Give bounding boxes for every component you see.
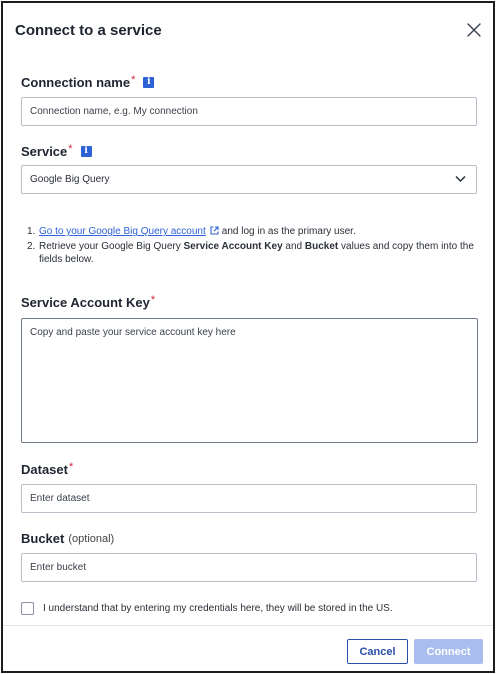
required-mark: *: [150, 293, 156, 306]
service-account-key-label-text: Service Account Key: [21, 295, 150, 310]
bucket-emphasis: Bucket: [304, 241, 339, 252]
service-account-key-label: Service Account Key *: [21, 293, 156, 311]
close-icon[interactable]: [465, 21, 483, 39]
external-link-icon[interactable]: [210, 226, 219, 239]
consent-text: I understand that by entering my credent…: [43, 603, 393, 614]
required-mark: *: [131, 73, 136, 86]
instruction-step-2: 2. Retrieve your Google Big Query Servic…: [27, 241, 474, 265]
instructions-list: 1. Go to your Google Big Query account an…: [27, 225, 477, 266]
connection-name-label: Connection name * i: [21, 73, 155, 90]
consent-row: I understand that by entering my credent…: [21, 602, 393, 615]
service-select[interactable]: Google Big Query: [21, 165, 477, 194]
connect-service-dialog: Connect to a service Connection name * i…: [1, 1, 495, 673]
instruction-step-1: 1. Go to your Google Big Query account an…: [27, 226, 356, 239]
service-selected-value: Google Big Query: [30, 174, 110, 185]
consent-checkbox[interactable]: [21, 602, 34, 615]
bucket-input[interactable]: [21, 553, 477, 582]
info-icon[interactable]: i: [143, 77, 155, 88]
required-mark: *: [68, 142, 73, 155]
google-big-query-account-link[interactable]: Go to your Google Big Query account: [39, 226, 206, 237]
service-label: Service * i: [21, 142, 92, 159]
service-account-key-emphasis: Service Account Key: [183, 241, 283, 252]
required-mark: *: [68, 460, 74, 473]
instruction-step-1-text: and log in as the primary user.: [221, 226, 356, 237]
dialog-title: Connect to a service: [15, 22, 162, 39]
connection-name-label-text: Connection name: [21, 75, 131, 90]
dataset-label: Dataset *: [21, 460, 74, 478]
bucket-label-text: Bucket: [21, 531, 65, 546]
service-label-text: Service: [21, 144, 68, 159]
optional-text: (optional): [68, 532, 115, 545]
service-account-key-textarea[interactable]: [21, 318, 478, 443]
footer-divider: [3, 625, 493, 626]
connection-name-input[interactable]: [21, 97, 477, 126]
bucket-label: Bucket (optional): [21, 531, 114, 546]
info-icon[interactable]: i: [80, 146, 92, 157]
chevron-down-icon: [455, 175, 466, 186]
dataset-input[interactable]: [21, 484, 477, 513]
dataset-label-text: Dataset: [21, 462, 68, 477]
connect-button[interactable]: Connect: [414, 639, 483, 664]
cancel-button[interactable]: Cancel: [347, 639, 408, 664]
